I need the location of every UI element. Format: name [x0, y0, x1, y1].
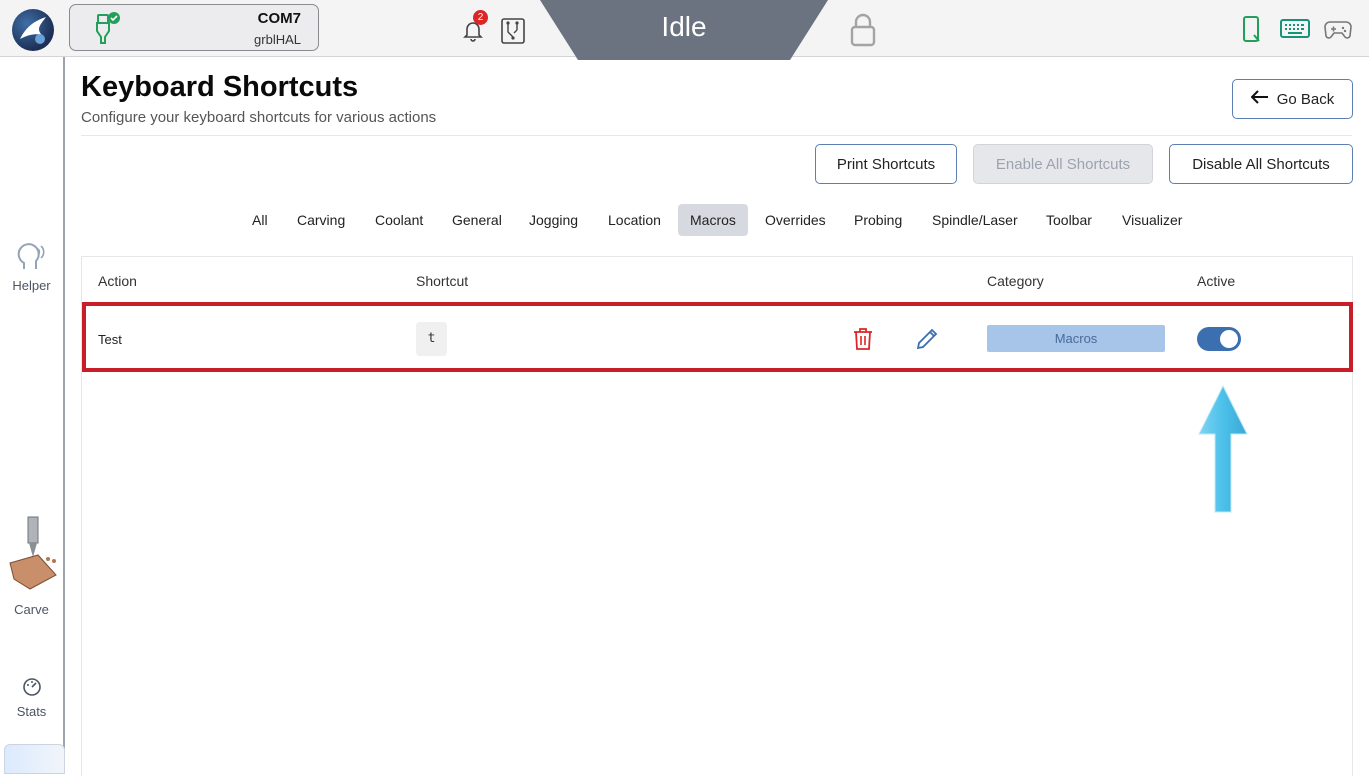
- tab-all[interactable]: All: [240, 204, 280, 236]
- machine-state: Idle: [540, 0, 828, 60]
- page-title: Keyboard Shortcuts: [81, 71, 359, 103]
- sidebar-item-stats[interactable]: Stats: [0, 677, 63, 719]
- gamepad-icon[interactable]: [1324, 19, 1352, 46]
- logo-icon[interactable]: [12, 9, 54, 51]
- header-divider: [81, 135, 1352, 136]
- top-bar: COM7 grblHAL 2 Idle: [0, 0, 1369, 60]
- tab-carving[interactable]: Carving: [285, 204, 357, 236]
- sidebar: Helper Carve Stats: [0, 57, 65, 774]
- arrow-left-icon: [1250, 90, 1269, 108]
- print-shortcuts-button[interactable]: Print Shortcuts: [815, 144, 957, 184]
- sidebar-item-label: Stats: [16, 704, 47, 719]
- usb-connected-icon: [94, 11, 122, 52]
- phone-icon[interactable]: [1240, 15, 1264, 50]
- column-header-category: Category: [987, 273, 1044, 289]
- annotation-arrow-icon: [1196, 384, 1250, 525]
- page-subtitle: Configure your keyboard shortcuts for va…: [81, 109, 437, 126]
- port-name: COM7: [257, 10, 301, 27]
- tab-macros[interactable]: Macros: [678, 204, 748, 236]
- connection-button[interactable]: COM7 grblHAL: [69, 4, 319, 51]
- column-header-shortcut: Shortcut: [416, 273, 469, 289]
- lock-icon[interactable]: [849, 12, 877, 53]
- tab-toolbar[interactable]: Toolbar: [1034, 204, 1104, 236]
- carve-tool-icon: [8, 516, 57, 590]
- sidebar-item-label: Carve: [14, 602, 49, 617]
- gauge-icon: [22, 678, 41, 696]
- sidebar-item-helper[interactable]: Helper: [0, 241, 63, 293]
- tab-probing[interactable]: Probing: [842, 204, 914, 236]
- tab-jogging[interactable]: Jogging: [517, 204, 590, 236]
- circuit-icon[interactable]: [501, 18, 525, 49]
- tab-general[interactable]: General: [440, 204, 514, 236]
- go-back-label: Go Back: [1276, 91, 1335, 108]
- notification-count-badge: 2: [473, 10, 488, 25]
- disable-all-shortcuts-button[interactable]: Disable All Shortcuts: [1169, 144, 1353, 184]
- machine-state-label: Idle: [661, 11, 707, 42]
- tab-visualizer[interactable]: Visualizer: [1110, 204, 1194, 236]
- tab-spindle-laser[interactable]: Spindle/Laser: [920, 204, 1030, 236]
- sidebar-item-carve[interactable]: Carve: [0, 515, 63, 617]
- go-back-button[interactable]: Go Back: [1232, 79, 1353, 119]
- sidebar-item-label: Helper: [12, 278, 51, 293]
- column-header-active: Active: [1197, 273, 1236, 289]
- tab-overrides[interactable]: Overrides: [753, 204, 838, 236]
- column-header-action: Action: [98, 273, 137, 289]
- keyboard-icon[interactable]: [1280, 18, 1310, 45]
- row-highlight-annotation: [82, 302, 1353, 372]
- firmware-name: grblHAL: [254, 32, 301, 47]
- tab-coolant[interactable]: Coolant: [363, 204, 435, 236]
- enable-all-shortcuts-button[interactable]: Enable All Shortcuts: [973, 144, 1153, 184]
- helper-head-icon: [17, 243, 45, 269]
- tab-location[interactable]: Location: [596, 204, 673, 236]
- notifications-button[interactable]: 2: [461, 10, 488, 47]
